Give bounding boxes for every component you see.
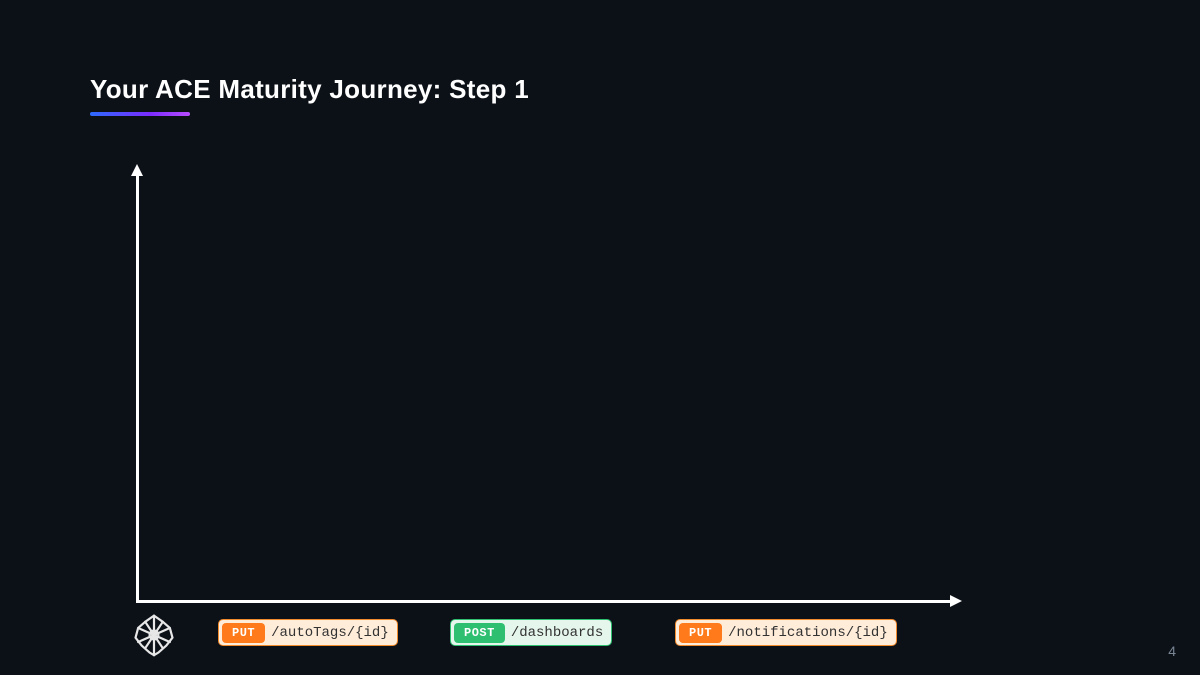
title-underline [90, 112, 190, 116]
x-axis-arrow-icon [950, 595, 962, 607]
api-pill-autotags: PUT /autoTags/{id} [218, 619, 398, 646]
http-method-badge: PUT [222, 623, 265, 643]
api-path: /autoTags/{id} [271, 625, 397, 641]
brand-emblem-icon [132, 613, 176, 657]
api-pill-dashboards: POST /dashboards [450, 619, 612, 646]
y-axis-arrow-icon [131, 164, 143, 176]
http-method-badge: POST [454, 623, 505, 643]
api-path: /dashboards [511, 625, 611, 641]
api-pill-notifications: PUT /notifications/{id} [675, 619, 897, 646]
http-method-badge: PUT [679, 623, 722, 643]
page-number: 4 [1168, 643, 1176, 659]
chart-y-axis [136, 170, 139, 602]
slide-title: Your ACE Maturity Journey: Step 1 [90, 74, 529, 105]
api-path: /notifications/{id} [728, 625, 896, 641]
chart-x-axis [136, 600, 954, 603]
